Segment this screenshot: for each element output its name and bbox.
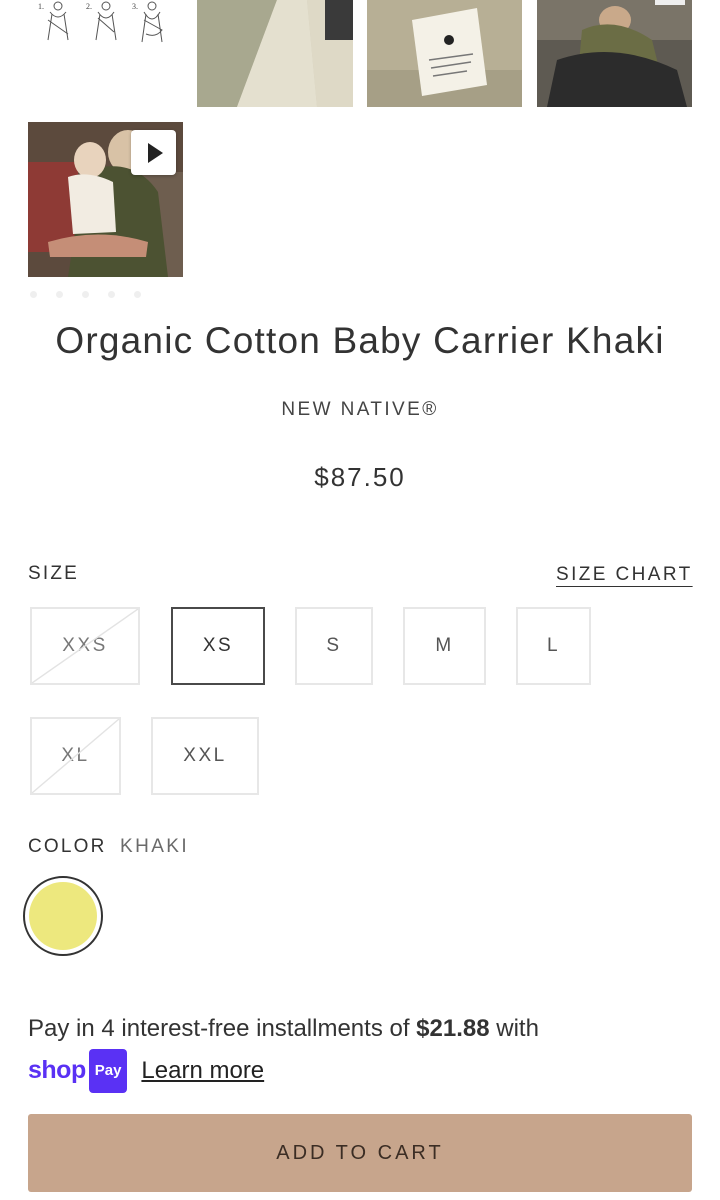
- carseat-image: [537, 0, 692, 107]
- instruction-illustration: 1. 2. 3.: [38, 1, 163, 43]
- product-title: Organic Cotton Baby Carrier Khaki: [55, 320, 665, 361]
- pagination-dot[interactable]: [108, 291, 115, 298]
- size-option-l[interactable]: L: [516, 607, 591, 685]
- color-swatch-fill: [29, 882, 97, 950]
- size-option-label: XL: [61, 745, 90, 766]
- product-vendor[interactable]: NEW NATIVE®: [0, 399, 720, 421]
- pagination-dot[interactable]: [56, 291, 63, 298]
- fabric-image: [197, 0, 353, 107]
- instruction-step-2: 2.: [86, 2, 92, 11]
- product-price: $87.50: [314, 462, 406, 492]
- color-value: KHAKI: [120, 836, 190, 857]
- installment-prefix: Pay in 4 interest-free installments of: [28, 1015, 417, 1042]
- instruction-step-3: 3.: [132, 2, 138, 11]
- size-option-label: XS: [202, 635, 234, 656]
- size-option-label: XXS: [62, 635, 108, 656]
- color-swatch-khaki[interactable]: [23, 876, 103, 956]
- gallery-pagination-dots: [30, 291, 141, 298]
- size-option-xxl[interactable]: XXL: [151, 717, 259, 795]
- size-option-xs[interactable]: XS: [171, 607, 265, 685]
- installment-amount: $21.88: [416, 1015, 490, 1042]
- size-label: SIZE: [28, 563, 80, 584]
- gallery-thumb-video[interactable]: [28, 122, 183, 277]
- video-play-button[interactable]: [131, 130, 176, 175]
- size-option-xl[interactable]: XL: [30, 717, 121, 795]
- learn-more-link[interactable]: Learn more: [141, 1057, 264, 1084]
- size-option-label: L: [546, 635, 561, 656]
- instruction-step-1: 1.: [38, 2, 44, 11]
- tag-image: [367, 0, 522, 107]
- pagination-dot[interactable]: [82, 291, 89, 298]
- gallery-thumb-label[interactable]: [367, 0, 522, 107]
- pagination-dot[interactable]: [134, 291, 141, 298]
- size-option-xxs[interactable]: XXS: [30, 607, 140, 685]
- installment-message: Pay in 4 interest-free installments of $…: [28, 1009, 698, 1093]
- size-option-label: S: [326, 635, 342, 656]
- shop-logo: shop: [28, 1056, 86, 1084]
- size-option-label: M: [435, 635, 454, 656]
- gallery-thumb-fabric[interactable]: [197, 0, 353, 107]
- gallery-thumb-carseat[interactable]: [537, 0, 692, 107]
- size-chart-link[interactable]: SIZE CHART: [556, 564, 693, 586]
- size-option-s[interactable]: S: [295, 607, 373, 685]
- pagination-dot[interactable]: [30, 291, 37, 298]
- size-option-m[interactable]: M: [403, 607, 486, 685]
- play-icon: [148, 142, 163, 163]
- add-to-cart-button[interactable]: ADD TO CART: [28, 1114, 692, 1192]
- gallery-thumb-instructions[interactable]: 1. 2. 3.: [28, 0, 183, 50]
- installment-suffix: with: [489, 1015, 539, 1042]
- color-label: COLOR: [28, 836, 107, 857]
- shop-pay-badge: Pay: [88, 1049, 128, 1093]
- size-option-label: XXL: [183, 745, 227, 766]
